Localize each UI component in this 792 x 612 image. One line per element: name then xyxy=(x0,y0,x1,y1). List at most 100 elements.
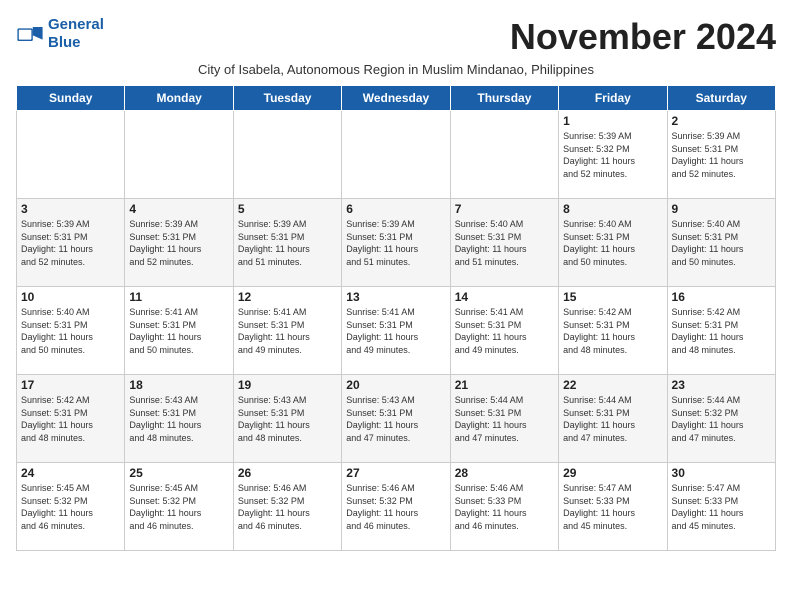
day-header-friday: Friday xyxy=(559,86,667,111)
day-detail: Sunrise: 5:45 AM Sunset: 5:32 PM Dayligh… xyxy=(21,482,120,532)
logo-area: General Blue xyxy=(16,16,104,52)
day-number: 28 xyxy=(455,466,554,480)
day-detail: Sunrise: 5:40 AM Sunset: 5:31 PM Dayligh… xyxy=(455,218,554,268)
calendar-cell: 18 Sunrise: 5:43 AM Sunset: 5:31 PM Dayli… xyxy=(125,375,233,463)
day-number: 16 xyxy=(672,290,771,304)
day-header-monday: Monday xyxy=(125,86,233,111)
day-detail: Sunrise: 5:43 AM Sunset: 5:31 PM Dayligh… xyxy=(346,394,445,444)
calendar-cell xyxy=(233,111,341,199)
calendar-cell: 2 Sunrise: 5:39 AM Sunset: 5:31 PM Daylig… xyxy=(667,111,775,199)
calendar-cell: 27Sunrise: 5:46 AM Sunset: 5:32 PM Dayli… xyxy=(342,463,450,551)
day-headers-row: SundayMondayTuesdayWednesdayThursdayFrid… xyxy=(17,86,776,111)
day-detail: Sunrise: 5:39 AM Sunset: 5:31 PM Dayligh… xyxy=(21,218,120,268)
day-number: 19 xyxy=(238,378,337,392)
day-detail: Sunrise: 5:39 AM Sunset: 5:31 PM Dayligh… xyxy=(346,218,445,268)
calendar-cell: 25Sunrise: 5:45 AM Sunset: 5:32 PM Dayli… xyxy=(125,463,233,551)
day-number: 23 xyxy=(672,378,771,392)
day-detail: Sunrise: 5:45 AM Sunset: 5:32 PM Dayligh… xyxy=(129,482,228,532)
day-number: 22 xyxy=(563,378,662,392)
day-detail: Sunrise: 5:39 AM Sunset: 5:31 PM Dayligh… xyxy=(672,130,771,180)
calendar-cell xyxy=(125,111,233,199)
day-number: 15 xyxy=(563,290,662,304)
calendar-cell: 1 Sunrise: 5:39 AM Sunset: 5:32 PM Daylig… xyxy=(559,111,667,199)
calendar-cell: 17 Sunrise: 5:42 AM Sunset: 5:31 PM Dayli… xyxy=(17,375,125,463)
calendar-cell: 20 Sunrise: 5:43 AM Sunset: 5:31 PM Dayli… xyxy=(342,375,450,463)
day-detail: Sunrise: 5:46 AM Sunset: 5:32 PM Dayligh… xyxy=(238,482,337,532)
day-number: 11 xyxy=(129,290,228,304)
day-number: 12 xyxy=(238,290,337,304)
day-detail: Sunrise: 5:42 AM Sunset: 5:31 PM Dayligh… xyxy=(672,306,771,356)
day-detail: Sunrise: 5:40 AM Sunset: 5:31 PM Dayligh… xyxy=(672,218,771,268)
calendar-cell: 24 Sunrise: 5:45 AM Sunset: 5:32 PM Dayli… xyxy=(17,463,125,551)
calendar-header: SundayMondayTuesdayWednesdayThursdayFrid… xyxy=(17,86,776,111)
day-number: 14 xyxy=(455,290,554,304)
calendar-cell xyxy=(450,111,558,199)
day-number: 1 xyxy=(563,114,662,128)
calendar-week-2: 3 Sunrise: 5:39 AM Sunset: 5:31 PM Daylig… xyxy=(17,199,776,287)
day-number: 18 xyxy=(129,378,228,392)
logo-text: General Blue xyxy=(48,16,104,52)
calendar-cell: 10 Sunrise: 5:40 AM Sunset: 5:31 PM Dayli… xyxy=(17,287,125,375)
calendar-cell: 13 Sunrise: 5:41 AM Sunset: 5:31 PM Dayli… xyxy=(342,287,450,375)
day-number: 20 xyxy=(346,378,445,392)
calendar-table: SundayMondayTuesdayWednesdayThursdayFrid… xyxy=(16,85,776,551)
day-number: 6 xyxy=(346,202,445,216)
calendar-cell: 3 Sunrise: 5:39 AM Sunset: 5:31 PM Daylig… xyxy=(17,199,125,287)
calendar-cell: 16 Sunrise: 5:42 AM Sunset: 5:31 PM Dayli… xyxy=(667,287,775,375)
day-number: 24 xyxy=(21,466,120,480)
day-detail: Sunrise: 5:41 AM Sunset: 5:31 PM Dayligh… xyxy=(238,306,337,356)
day-detail: Sunrise: 5:43 AM Sunset: 5:31 PM Dayligh… xyxy=(129,394,228,444)
day-number: 9 xyxy=(672,202,771,216)
calendar-cell: 9 Sunrise: 5:40 AM Sunset: 5:31 PM Daylig… xyxy=(667,199,775,287)
calendar-week-5: 24 Sunrise: 5:45 AM Sunset: 5:32 PM Dayli… xyxy=(17,463,776,551)
calendar-cell: 21 Sunrise: 5:44 AM Sunset: 5:31 PM Dayli… xyxy=(450,375,558,463)
day-detail: Sunrise: 5:44 AM Sunset: 5:32 PM Dayligh… xyxy=(672,394,771,444)
day-number: 7 xyxy=(455,202,554,216)
day-detail: Sunrise: 5:41 AM Sunset: 5:31 PM Dayligh… xyxy=(455,306,554,356)
calendar-cell: 7 Sunrise: 5:40 AM Sunset: 5:31 PM Daylig… xyxy=(450,199,558,287)
calendar-cell: 28Sunrise: 5:46 AM Sunset: 5:33 PM Dayli… xyxy=(450,463,558,551)
calendar-cell: 11Sunrise: 5:41 AM Sunset: 5:31 PM Dayli… xyxy=(125,287,233,375)
calendar-cell: 30 Sunrise: 5:47 AM Sunset: 5:33 PM Dayli… xyxy=(667,463,775,551)
day-header-tuesday: Tuesday xyxy=(233,86,341,111)
day-detail: Sunrise: 5:42 AM Sunset: 5:31 PM Dayligh… xyxy=(21,394,120,444)
calendar-cell: 26 Sunrise: 5:46 AM Sunset: 5:32 PM Dayli… xyxy=(233,463,341,551)
day-number: 13 xyxy=(346,290,445,304)
day-detail: Sunrise: 5:40 AM Sunset: 5:31 PM Dayligh… xyxy=(21,306,120,356)
calendar-cell: 5Sunrise: 5:39 AM Sunset: 5:31 PM Daylig… xyxy=(233,199,341,287)
calendar-cell xyxy=(342,111,450,199)
day-number: 3 xyxy=(21,202,120,216)
day-number: 2 xyxy=(672,114,771,128)
day-detail: Sunrise: 5:47 AM Sunset: 5:33 PM Dayligh… xyxy=(672,482,771,532)
calendar-cell: 14 Sunrise: 5:41 AM Sunset: 5:31 PM Dayli… xyxy=(450,287,558,375)
calendar-cell: 6 Sunrise: 5:39 AM Sunset: 5:31 PM Daylig… xyxy=(342,199,450,287)
calendar-cell: 15 Sunrise: 5:42 AM Sunset: 5:31 PM Dayli… xyxy=(559,287,667,375)
day-detail: Sunrise: 5:46 AM Sunset: 5:32 PM Dayligh… xyxy=(346,482,445,532)
day-number: 17 xyxy=(21,378,120,392)
day-detail: Sunrise: 5:43 AM Sunset: 5:31 PM Dayligh… xyxy=(238,394,337,444)
day-detail: Sunrise: 5:41 AM Sunset: 5:31 PM Dayligh… xyxy=(346,306,445,356)
day-number: 8 xyxy=(563,202,662,216)
day-detail: Sunrise: 5:40 AM Sunset: 5:31 PM Dayligh… xyxy=(563,218,662,268)
calendar-cell: 4 Sunrise: 5:39 AM Sunset: 5:31 PM Daylig… xyxy=(125,199,233,287)
header: General Blue November 2024 xyxy=(16,16,776,58)
month-title: November 2024 xyxy=(510,16,776,58)
day-header-thursday: Thursday xyxy=(450,86,558,111)
day-detail: Sunrise: 5:39 AM Sunset: 5:32 PM Dayligh… xyxy=(563,130,662,180)
calendar-week-1: 1 Sunrise: 5:39 AM Sunset: 5:32 PM Daylig… xyxy=(17,111,776,199)
day-detail: Sunrise: 5:39 AM Sunset: 5:31 PM Dayligh… xyxy=(129,218,228,268)
day-number: 10 xyxy=(21,290,120,304)
day-detail: Sunrise: 5:44 AM Sunset: 5:31 PM Dayligh… xyxy=(455,394,554,444)
day-number: 21 xyxy=(455,378,554,392)
day-number: 4 xyxy=(129,202,228,216)
day-number: 30 xyxy=(672,466,771,480)
subtitle: City of Isabela, Autonomous Region in Mu… xyxy=(16,62,776,77)
calendar-cell xyxy=(17,111,125,199)
calendar-cell: 19 Sunrise: 5:43 AM Sunset: 5:31 PM Dayli… xyxy=(233,375,341,463)
calendar-week-4: 17 Sunrise: 5:42 AM Sunset: 5:31 PM Dayli… xyxy=(17,375,776,463)
calendar-body: 1 Sunrise: 5:39 AM Sunset: 5:32 PM Daylig… xyxy=(17,111,776,551)
day-detail: Sunrise: 5:42 AM Sunset: 5:31 PM Dayligh… xyxy=(563,306,662,356)
day-number: 26 xyxy=(238,466,337,480)
calendar-cell: 22Sunrise: 5:44 AM Sunset: 5:31 PM Dayli… xyxy=(559,375,667,463)
day-header-wednesday: Wednesday xyxy=(342,86,450,111)
